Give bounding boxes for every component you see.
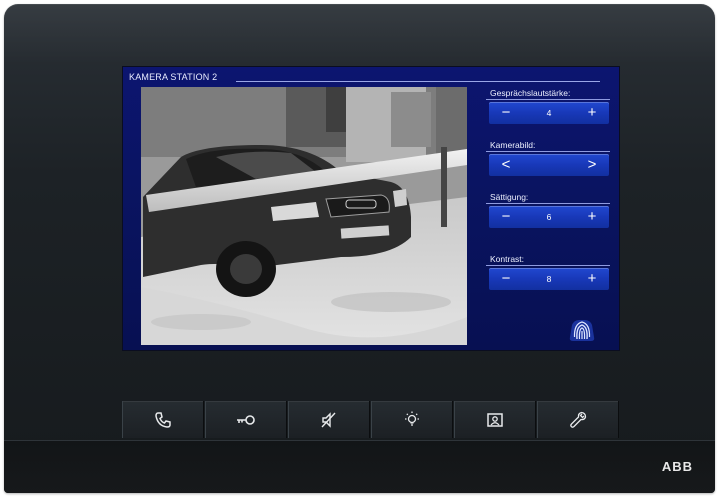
volume-bar: − 4 + bbox=[489, 102, 609, 124]
contrast-bar: − 8 + bbox=[489, 268, 609, 290]
camera-image-control: Kamerabild: < > bbox=[486, 139, 610, 176]
contrast-value: 8 bbox=[546, 274, 552, 284]
contrast-label: Kontrast: bbox=[486, 253, 610, 266]
camera-image-label: Kamerabild: bbox=[486, 139, 610, 152]
light-bulb-icon bbox=[372, 401, 452, 438]
contrast-control: Kontrast: − 8 + bbox=[486, 253, 610, 290]
saturation-increase-button[interactable]: + bbox=[577, 206, 607, 228]
volume-value: 4 bbox=[546, 108, 552, 118]
phone-icon bbox=[123, 401, 203, 438]
wrench-icon bbox=[538, 401, 618, 438]
settings-button[interactable] bbox=[537, 401, 619, 438]
key-icon bbox=[206, 401, 286, 438]
camera-next-button[interactable]: > bbox=[577, 154, 607, 176]
camera-button[interactable] bbox=[454, 401, 536, 438]
volume-control: Gesprächslautstärke: − 4 + bbox=[486, 87, 610, 124]
volume-label: Gesprächslautstärke: bbox=[486, 87, 610, 100]
volume-decrease-button[interactable]: − bbox=[491, 102, 521, 124]
speaker-mute-icon bbox=[289, 401, 369, 438]
saturation-decrease-button[interactable]: − bbox=[491, 206, 521, 228]
intercom-device: KAMERA STATION 2 Gesprächslautstärke: − … bbox=[4, 4, 715, 493]
screen-title: KAMERA STATION 2 bbox=[129, 72, 218, 82]
camera-portrait-icon bbox=[455, 401, 535, 438]
camera-image-bar: < > bbox=[489, 154, 609, 176]
camera-image-value bbox=[529, 154, 569, 176]
title-divider bbox=[236, 81, 600, 82]
camera-previous-button[interactable]: < bbox=[491, 154, 521, 176]
display-screen: KAMERA STATION 2 Gesprächslautstärke: − … bbox=[122, 66, 620, 351]
light-button[interactable] bbox=[371, 401, 453, 438]
saturation-bar: − 6 + bbox=[489, 206, 609, 228]
saturation-value: 6 bbox=[546, 212, 552, 222]
device-base bbox=[4, 440, 715, 493]
saturation-control: Sättigung: − 6 + bbox=[486, 191, 610, 228]
phone-button[interactable] bbox=[122, 401, 204, 438]
camera-feed bbox=[141, 87, 467, 345]
contrast-decrease-button[interactable]: − bbox=[491, 268, 521, 290]
mute-button[interactable] bbox=[288, 401, 370, 438]
brand-logo: ABB bbox=[661, 459, 693, 474]
hardware-button-bar bbox=[122, 401, 619, 439]
saturation-label: Sättigung: bbox=[486, 191, 610, 204]
volume-increase-button[interactable]: + bbox=[577, 102, 607, 124]
door-open-button[interactable] bbox=[205, 401, 287, 438]
camera-image bbox=[141, 87, 467, 345]
device-gloss bbox=[4, 4, 715, 64]
contrast-increase-button[interactable]: + bbox=[577, 268, 607, 290]
fingerprint-icon[interactable] bbox=[567, 317, 597, 345]
